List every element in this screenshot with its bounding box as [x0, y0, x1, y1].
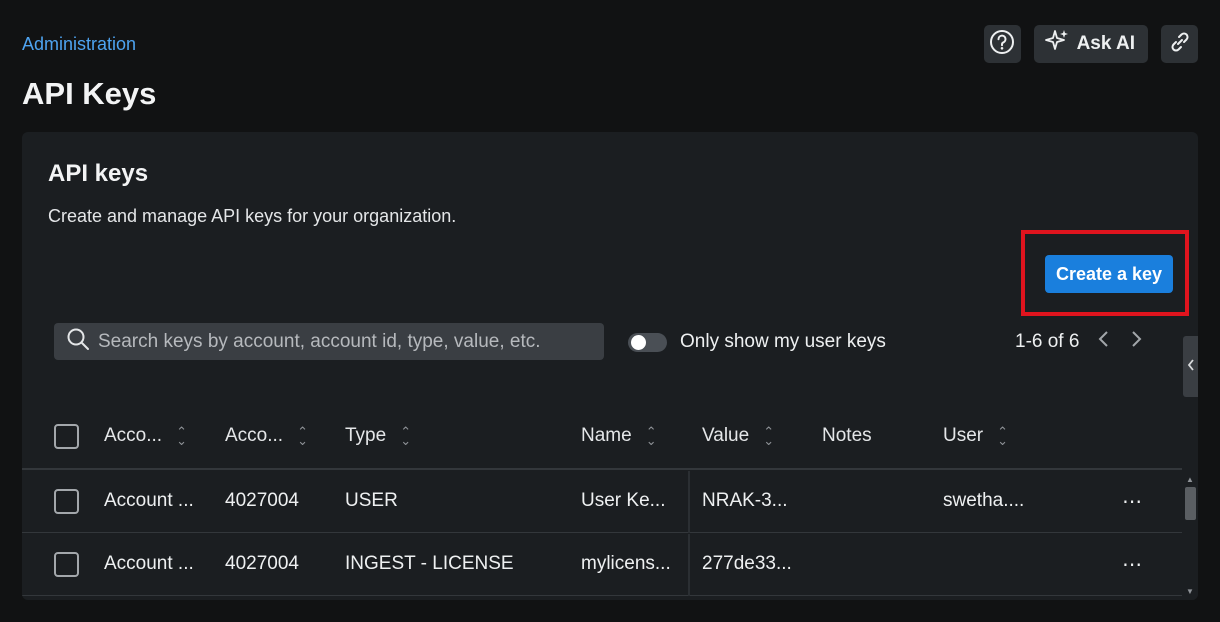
- page-title: API Keys: [22, 76, 157, 111]
- column-label: Value: [702, 425, 750, 446]
- chevron-left-icon: [1187, 359, 1195, 374]
- api-keys-table: Acco... ⌃ ⌄ Acco... ⌃ ⌄ Type ⌃ ⌄ Name ⌃ ⌄ Va…: [22, 404, 1182, 596]
- column-label: Acco...: [225, 425, 284, 446]
- scroll-down-icon[interactable]: ▼: [1186, 587, 1194, 596]
- sort-icon: ⌃ ⌄: [645, 424, 657, 448]
- column-label: Name: [581, 425, 632, 446]
- search-input[interactable]: [98, 330, 598, 353]
- sort-icon: ⌃ ⌄: [176, 424, 187, 448]
- column-account-id[interactable]: Acco... ⌃ ⌄: [225, 404, 308, 468]
- ask-ai-button[interactable]: Ask AI: [1033, 25, 1148, 63]
- side-panel-toggle[interactable]: [1183, 336, 1198, 397]
- row-checkbox[interactable]: [54, 488, 79, 514]
- column-type[interactable]: Type ⌃ ⌄: [345, 404, 411, 468]
- api-keys-panel: API keys Create and manage API keys for …: [22, 132, 1198, 600]
- panel-title: API keys: [48, 160, 149, 187]
- toggle-label: Only show my user keys: [680, 331, 886, 352]
- cell-account-id: 4027004: [225, 490, 299, 511]
- select-all-cell: [54, 404, 79, 468]
- search-icon: [66, 327, 90, 356]
- toggle-knob: [631, 334, 646, 350]
- cell-type: INGEST - LICENSE: [345, 553, 514, 574]
- breadcrumb[interactable]: Administration: [22, 34, 136, 55]
- column-divider: [688, 471, 690, 533]
- link-icon: [1168, 30, 1192, 59]
- select-all-checkbox[interactable]: [54, 423, 79, 449]
- more-icon[interactable]: ⋯: [1122, 470, 1143, 532]
- table-row[interactable]: Account ... 4027004 USER User Ke... NRAK…: [22, 470, 1182, 533]
- column-label: Type: [345, 425, 387, 446]
- chevron-right-icon[interactable]: [1127, 330, 1147, 354]
- sort-icon: ⌃ ⌄: [763, 424, 775, 448]
- copy-link-button[interactable]: [1161, 25, 1198, 63]
- column-label: Notes: [822, 425, 872, 446]
- panel-description: Create and manage API keys for your orga…: [48, 206, 457, 226]
- more-icon[interactable]: ⋯: [1122, 533, 1143, 595]
- column-divider: [688, 534, 690, 596]
- row-select-cell: [54, 470, 79, 532]
- search-box[interactable]: [54, 323, 604, 360]
- help-icon: [989, 29, 1015, 60]
- pagination-info: 1-6 of 6: [1015, 331, 1080, 352]
- cell-name: User Ke...: [581, 490, 666, 511]
- cell-value: 277de33...: [702, 553, 792, 574]
- column-label: Acco...: [104, 425, 163, 446]
- scroll-up-icon[interactable]: ▲: [1186, 475, 1194, 484]
- user-keys-filter: Only show my user keys: [628, 331, 886, 353]
- chevron-left-icon[interactable]: [1093, 330, 1113, 354]
- cell-account-id: 4027004: [225, 553, 299, 574]
- column-value[interactable]: Value ⌃ ⌄: [702, 404, 774, 468]
- top-actions: Ask AI: [983, 25, 1198, 63]
- column-name[interactable]: Name ⌃ ⌄: [581, 404, 657, 468]
- cell-type: USER: [345, 490, 398, 511]
- sort-icon: ⌃ ⌄: [997, 424, 1009, 448]
- column-notes: Notes: [822, 404, 872, 468]
- sparkle-icon: [1044, 28, 1070, 60]
- column-user[interactable]: User ⌃ ⌄: [943, 404, 1008, 468]
- cell-name: mylicens...: [581, 553, 671, 574]
- row-select-cell: [54, 533, 79, 595]
- help-button[interactable]: [983, 25, 1021, 63]
- table-row[interactable]: Account ... 4027004 INGEST - LICENSE myl…: [22, 533, 1182, 596]
- table-header: Acco... ⌃ ⌄ Acco... ⌃ ⌄ Type ⌃ ⌄ Name ⌃ ⌄ Va…: [22, 404, 1182, 470]
- cell-account: Account ...: [104, 490, 194, 511]
- cell-value: NRAK-3...: [702, 490, 788, 511]
- ask-ai-label: Ask AI: [1076, 33, 1135, 54]
- create-key-button[interactable]: Create a key: [1045, 255, 1173, 293]
- sort-icon: ⌃ ⌄: [400, 424, 412, 448]
- column-label: User: [943, 425, 984, 446]
- cell-user: swetha....: [943, 490, 1025, 511]
- scrollbar-thumb[interactable]: [1185, 487, 1196, 520]
- cell-account: Account ...: [104, 553, 194, 574]
- sort-icon: ⌃ ⌄: [297, 424, 308, 448]
- user-keys-toggle[interactable]: [628, 332, 667, 352]
- row-checkbox[interactable]: [54, 551, 79, 577]
- pagination: 1-6 of 6: [1015, 330, 1147, 354]
- column-account[interactable]: Acco... ⌃ ⌄: [104, 404, 187, 468]
